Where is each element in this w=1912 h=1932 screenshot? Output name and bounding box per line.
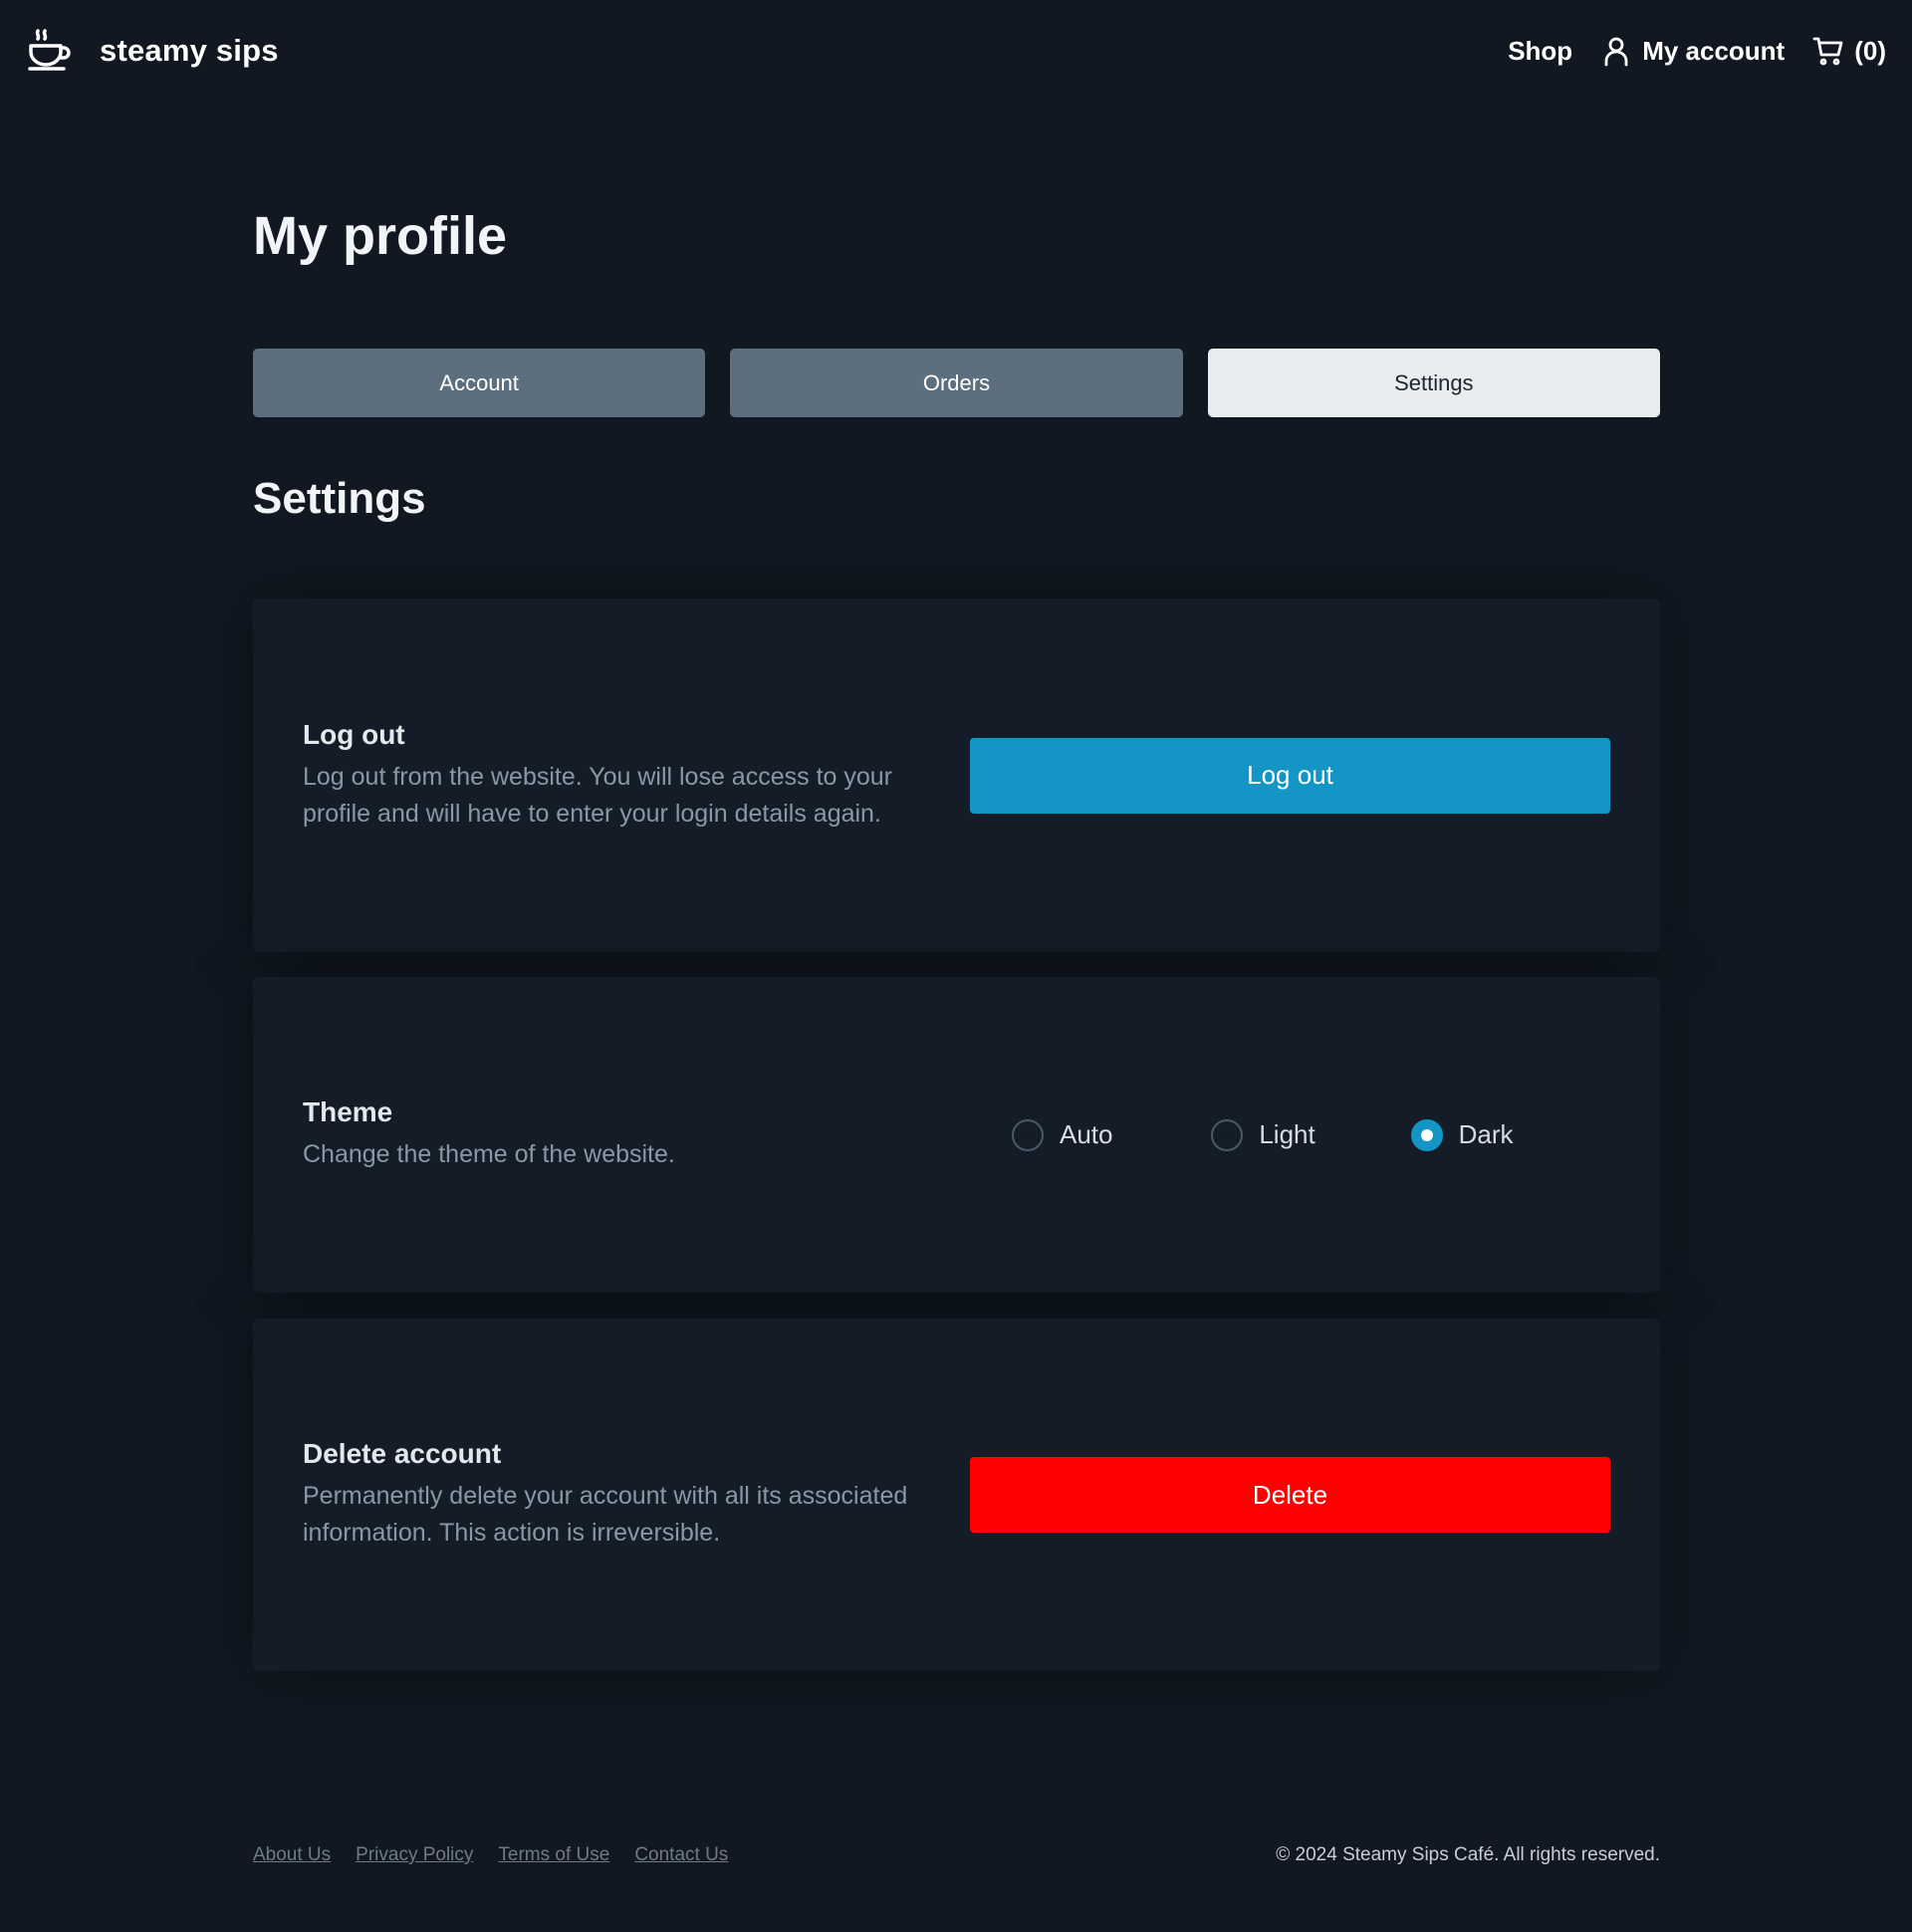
theme-radio-group: Auto Light Dark bbox=[970, 1118, 1610, 1151]
theme-option-auto[interactable]: Auto bbox=[1012, 1118, 1211, 1151]
radio-dark[interactable] bbox=[1410, 1118, 1443, 1151]
section-title: Settings bbox=[253, 474, 426, 523]
brand-name: steamy sips bbox=[100, 33, 279, 68]
theme-option-light-label: Light bbox=[1259, 1119, 1315, 1149]
tab-settings[interactable]: Settings bbox=[1207, 349, 1660, 417]
footer-link-about[interactable]: About Us bbox=[253, 1844, 331, 1866]
page-title: My profile bbox=[253, 206, 508, 266]
tab-orders[interactable]: Orders bbox=[730, 349, 1183, 417]
theme-card-text: Theme Change the theme of the website. bbox=[303, 1096, 920, 1173]
footer-link-terms[interactable]: Terms of Use bbox=[498, 1844, 609, 1866]
delete-account-card: Delete account Permanently delete your a… bbox=[253, 1319, 1660, 1671]
delete-account-button[interactable]: Delete bbox=[970, 1457, 1610, 1533]
theme-description: Change the theme of the website. bbox=[303, 1140, 675, 1168]
cart-icon bbox=[1812, 35, 1844, 67]
theme-option-dark-label: Dark bbox=[1458, 1119, 1514, 1149]
footer-link-contact[interactable]: Contact Us bbox=[634, 1844, 728, 1866]
site-header: steamy sips Shop My account (0) bbox=[0, 0, 1912, 102]
nav-shop-label: Shop bbox=[1508, 35, 1573, 66]
delete-title: Delete account bbox=[303, 1438, 502, 1469]
site-footer: About Us Privacy Policy Terms of Use Con… bbox=[253, 1844, 1660, 1866]
nav-cart-link[interactable]: (0) bbox=[1812, 35, 1886, 67]
theme-option-light[interactable]: Light bbox=[1211, 1118, 1410, 1151]
nav-my-account-link[interactable]: My account bbox=[1600, 35, 1785, 67]
nav-shop-link[interactable]: Shop bbox=[1508, 36, 1572, 67]
nav-my-account-label: My account bbox=[1642, 35, 1786, 66]
logout-description: Log out from the website. You will lose … bbox=[303, 762, 892, 828]
delete-description: Permanently delete your account with all… bbox=[303, 1482, 908, 1547]
copyright-text: © 2024 Steamy Sips Café. All rights rese… bbox=[1276, 1844, 1660, 1865]
logout-card: Log out Log out from the website. You wi… bbox=[253, 599, 1660, 952]
main-nav: Shop My account (0) bbox=[1508, 35, 1886, 67]
cart-count: (0) bbox=[1854, 35, 1886, 66]
logout-title: Log out bbox=[303, 718, 405, 750]
profile-tabs: Account Orders Settings bbox=[253, 349, 1660, 417]
delete-card-text: Delete account Permanently delete your a… bbox=[303, 1438, 920, 1552]
footer-links: About Us Privacy Policy Terms of Use Con… bbox=[253, 1844, 728, 1866]
theme-card: Theme Change the theme of the website. A… bbox=[253, 977, 1660, 1293]
brand-link[interactable]: steamy sips bbox=[26, 27, 279, 75]
radio-light[interactable] bbox=[1211, 1118, 1244, 1151]
theme-option-dark[interactable]: Dark bbox=[1410, 1118, 1610, 1151]
theme-option-auto-label: Auto bbox=[1060, 1119, 1113, 1149]
tab-account[interactable]: Account bbox=[253, 349, 706, 417]
footer-link-privacy[interactable]: Privacy Policy bbox=[356, 1844, 473, 1866]
theme-title: Theme bbox=[303, 1096, 393, 1127]
logout-card-text: Log out Log out from the website. You wi… bbox=[303, 719, 920, 833]
radio-auto[interactable] bbox=[1012, 1118, 1044, 1151]
logout-button[interactable]: Log out bbox=[970, 737, 1610, 814]
coffee-cup-icon bbox=[26, 27, 74, 75]
user-icon bbox=[1600, 35, 1632, 67]
